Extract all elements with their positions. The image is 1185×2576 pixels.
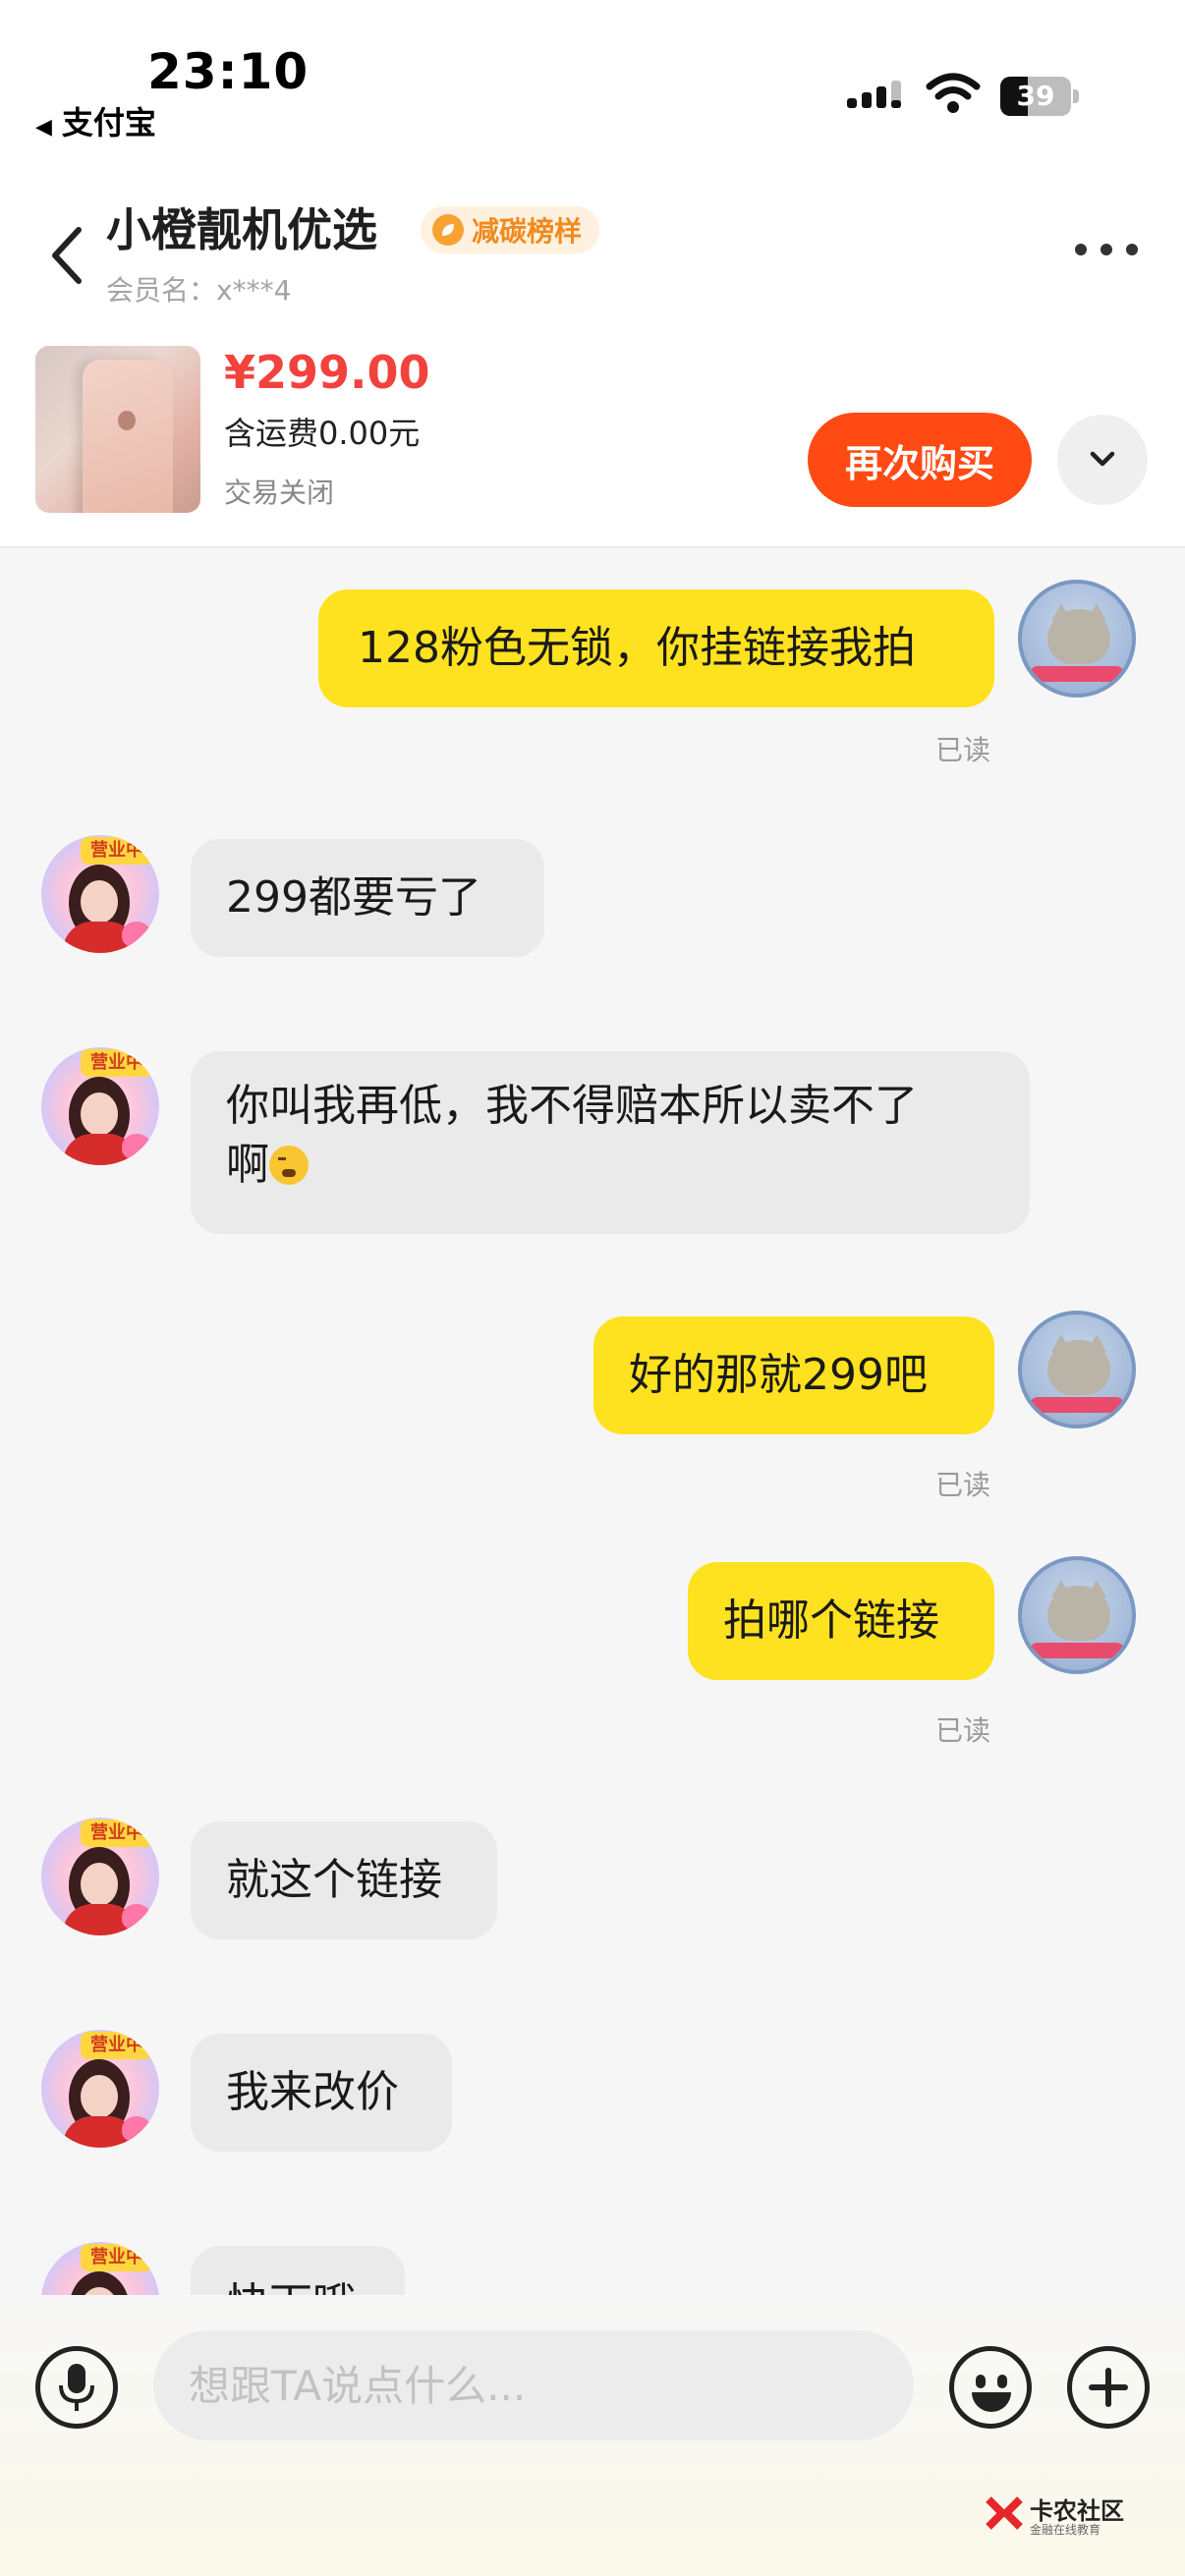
read-receipt: 已读 <box>935 1714 991 1747</box>
badge-label: 减碳榜样 <box>472 215 583 248</box>
wifi-icon <box>926 73 981 113</box>
read-receipt: 已读 <box>935 734 991 766</box>
leaf-icon <box>432 214 464 246</box>
plus-icon[interactable] <box>1067 2346 1150 2429</box>
member-name: 会员名：x***4 <box>106 274 292 307</box>
back-chevron-icon[interactable] <box>39 216 98 295</box>
shipping-fee: 含运费0.00元 <box>224 415 421 452</box>
seller-message-bubble[interactable]: 就这个链接 <box>191 1821 497 1939</box>
my-avatar[interactable] <box>1018 1311 1136 1428</box>
seller-avatar[interactable]: 营业中 <box>41 1818 159 1935</box>
signal-icon <box>847 81 901 108</box>
my-message-bubble[interactable]: 128粉色无锁，你挂链接我拍 <box>318 589 994 707</box>
seller-avatar[interactable]: 营业中 <box>41 2242 159 2295</box>
watermark-logo-icon <box>986 2496 1023 2530</box>
voice-button[interactable] <box>35 2346 118 2429</box>
message-line-2: 啊 <box>226 1136 994 1195</box>
seller-avatar[interactable]: 营业中 <box>41 1047 159 1165</box>
seller-message-bubble[interactable]: 你叫我再低，我不得赔本所以卖不了 啊 <box>191 1051 1030 1234</box>
my-message-bubble[interactable]: 拍哪个链接 <box>688 1562 994 1680</box>
seller-avatar[interactable]: 营业中 <box>41 2030 159 2148</box>
watermark: 卡农社区 金融在线教育 <box>985 2490 1152 2539</box>
carbon-badge[interactable]: 减碳榜样 <box>421 206 600 253</box>
product-price: ¥299.00 <box>224 346 430 399</box>
my-avatar[interactable] <box>1018 1556 1136 1674</box>
seller-message-bubble[interactable]: 我来改价 <box>191 2034 452 2152</box>
battery-level-text: 39 <box>1016 80 1055 112</box>
my-avatar[interactable] <box>1018 580 1136 698</box>
rebuy-button[interactable]: 再次购买 <box>808 413 1032 507</box>
smiley-icon[interactable] <box>949 2346 1032 2429</box>
back-app-label: 支付宝 <box>61 104 156 141</box>
product-thumbnail[interactable] <box>35 346 200 513</box>
read-receipt: 已读 <box>935 1469 991 1501</box>
microphone-icon <box>59 2364 94 2411</box>
chat-header: 小橙靓机优选 减碳榜样 会员名：x***4 ¥299.00 含运费0.00元 交… <box>0 147 1185 548</box>
back-triangle-icon: ◀ <box>35 115 52 140</box>
expand-button[interactable] <box>1057 415 1148 505</box>
status-time: 23:10 <box>147 43 310 100</box>
my-message-bubble[interactable]: 好的那就299吧 <box>593 1316 994 1434</box>
more-dots-icon[interactable] <box>1075 240 1138 259</box>
input-bar: 卡农社区 金融在线教育 <box>0 2295 1185 2576</box>
chevron-down-icon <box>1090 451 1115 467</box>
seller-message-bubble[interactable]: 快下哦 <box>191 2246 405 2295</box>
status-bar: 23:10 ◀ 支付宝 39 <box>0 0 1185 147</box>
tired-face-emoji-icon <box>269 1146 309 1185</box>
watermark-subtitle: 金融在线教育 <box>1030 2523 1101 2537</box>
seller-message-bubble[interactable]: 299都要亏了 <box>191 839 544 957</box>
chat-area[interactable]: 128粉色无锁，你挂链接我拍 已读 营业中 299都要亏了 营业中 你叫我再低，… <box>0 550 1185 2295</box>
trade-status: 交易关闭 <box>224 476 335 509</box>
seller-avatar[interactable]: 营业中 <box>41 835 159 953</box>
back-to-app-link[interactable]: ◀ 支付宝 <box>35 98 156 143</box>
message-input[interactable] <box>153 2330 914 2440</box>
message-line: 你叫我再低，我不得赔本所以卖不了 <box>226 1081 918 1131</box>
battery-icon: 39 <box>1000 77 1079 116</box>
shop-name[interactable]: 小橙靓机优选 <box>106 195 377 259</box>
